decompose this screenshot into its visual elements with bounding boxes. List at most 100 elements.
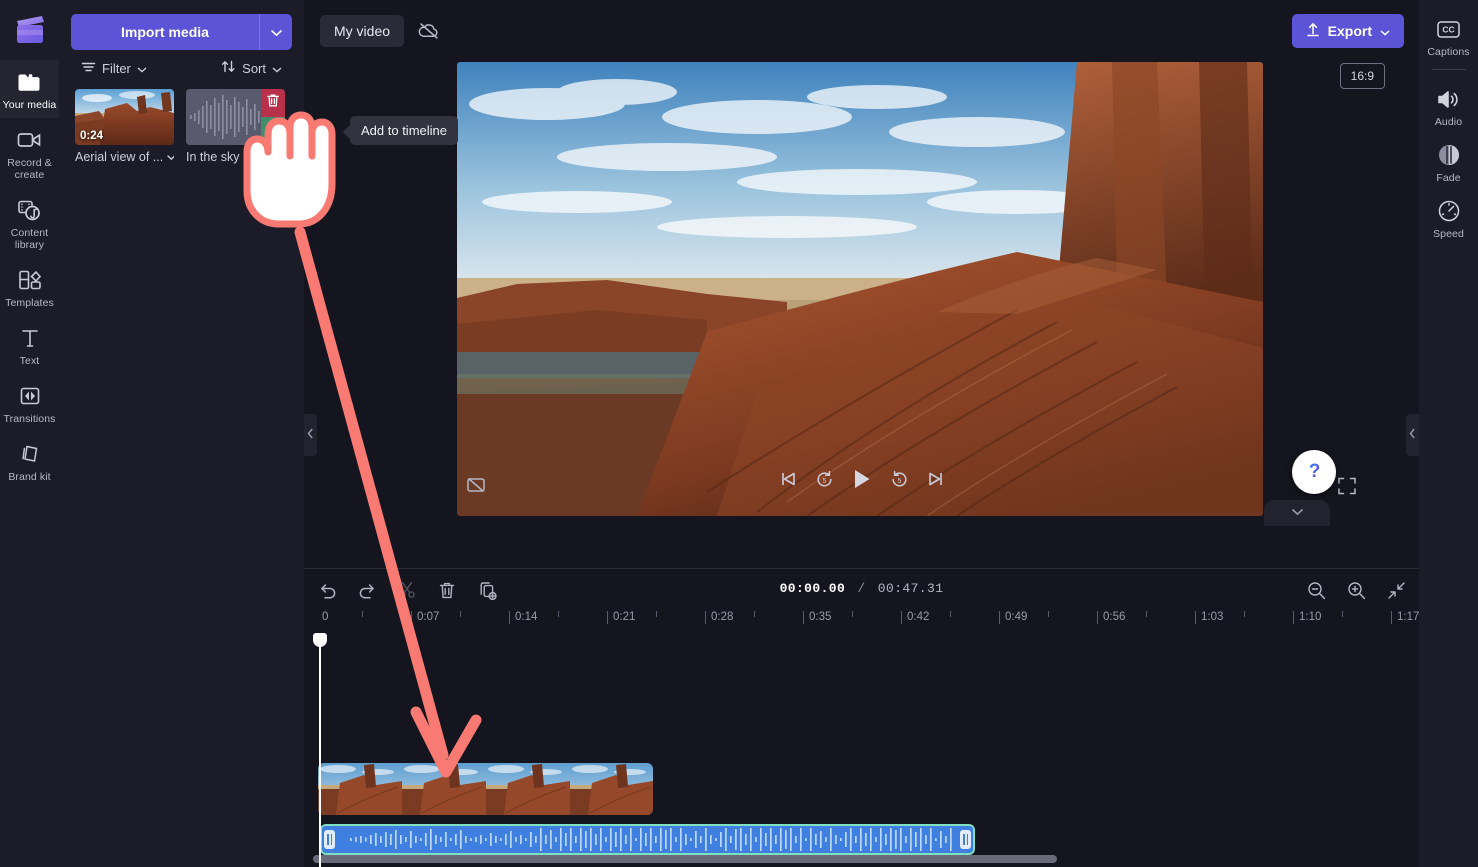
ruler-minor-tick <box>1146 611 1147 617</box>
ruler-minor-tick <box>1244 611 1245 617</box>
cloud-off-icon[interactable] <box>414 16 444 46</box>
forward-5-icon[interactable]: 5 <box>890 470 909 489</box>
svg-text:5: 5 <box>897 478 901 485</box>
playhead-handle[interactable] <box>313 633 327 647</box>
duplicate-icon[interactable] <box>474 577 500 603</box>
media-item-audio[interactable]: In the sky <box>186 89 285 164</box>
svg-text:CC: CC <box>1442 24 1454 34</box>
sidebar-item-templates[interactable]: Templates <box>0 258 59 316</box>
sort-label: Sort <box>242 60 266 76</box>
media-item-name: In the sky <box>186 150 240 164</box>
sidebar-label: Templates <box>5 297 54 309</box>
project-title[interactable]: My video <box>320 15 405 47</box>
templates-icon <box>17 267 43 293</box>
fit-screen-icon[interactable] <box>1383 577 1409 603</box>
export-button[interactable]: Export <box>1291 14 1404 48</box>
add-to-timeline-button[interactable] <box>261 117 285 145</box>
media-panel: Import media Filter Sort 0:24 Aerial vie… <box>59 0 458 867</box>
video-clip-thumbnails <box>318 763 653 815</box>
right-item-label: Captions <box>1427 46 1470 58</box>
ruler-minor-tick <box>656 611 657 617</box>
export-label: Export <box>1327 23 1372 39</box>
ruler-minor-tick <box>852 611 853 617</box>
ruler-tick: 0:21 <box>607 611 635 624</box>
timeline-tracks[interactable] <box>304 633 1419 867</box>
redo-icon[interactable] <box>354 577 380 603</box>
timeline-scrollbar-track <box>304 855 1419 865</box>
delete-media-button[interactable] <box>261 89 285 117</box>
media-thumbnail[interactable]: 0:24 <box>75 89 174 145</box>
sort-arrows-icon <box>221 60 236 76</box>
add-to-timeline-icon <box>266 121 281 141</box>
speedometer-icon <box>1436 198 1462 224</box>
trash-icon[interactable] <box>434 577 460 603</box>
filter-label: Filter <box>102 60 131 76</box>
collapse-left-panel-handle[interactable] <box>304 414 317 456</box>
media-thumbnail[interactable] <box>186 89 285 145</box>
video-preview[interactable] <box>457 62 1263 516</box>
sidebar-item-text[interactable]: Text <box>0 316 59 374</box>
undo-icon[interactable] <box>314 577 340 603</box>
ruler-minor-tick <box>950 611 951 617</box>
right-item-fade[interactable]: Fade <box>1419 134 1478 190</box>
ruler-tick: 0 <box>322 611 329 623</box>
filter-icon <box>81 61 96 76</box>
timeline-panel: 00:00.00 / 00:47.31 0 0:07 0:14 0:21 0:2… <box>304 568 1419 867</box>
aspect-ratio-button[interactable]: 16:9 <box>1339 63 1385 89</box>
import-media-button[interactable]: Import media <box>71 14 259 50</box>
fullscreen-icon[interactable] <box>1338 477 1356 495</box>
sidebar-item-record-create[interactable]: Record & create <box>0 118 59 188</box>
sidebar-item-your-media[interactable]: Your media <box>0 60 59 118</box>
ruler-minor-tick <box>558 611 559 617</box>
time-separator: / <box>857 581 866 596</box>
sidebar-item-transitions[interactable]: Transitions <box>0 374 59 432</box>
sidebar-label: Content library <box>10 227 49 251</box>
right-item-audio[interactable]: Audio <box>1419 78 1478 134</box>
zoom-out-icon[interactable] <box>1303 577 1329 603</box>
collapse-preview-button[interactable] <box>1264 500 1330 526</box>
media-grid: 0:24 Aerial view of ... In the sky <box>59 76 304 164</box>
media-hover-actions <box>261 89 285 145</box>
play-icon[interactable] <box>852 468 872 490</box>
right-item-speed[interactable]: Speed <box>1419 190 1478 246</box>
media-item-video[interactable]: 0:24 Aerial view of ... <box>75 89 174 164</box>
zoom-in-icon[interactable] <box>1343 577 1369 603</box>
sidebar-label: Text <box>19 355 40 367</box>
timeline-clip-audio[interactable] <box>320 824 975 855</box>
ruler-minor-tick <box>754 611 755 617</box>
help-button[interactable]: ? <box>1292 450 1336 494</box>
timeline-scrollbar-thumb[interactable] <box>313 855 1057 863</box>
right-item-captions[interactable]: CC Captions <box>1419 8 1478 64</box>
sidebar-label: Record & create <box>7 157 52 181</box>
ruler-tick: 0:28 <box>705 611 733 624</box>
skip-back-icon[interactable] <box>779 470 797 488</box>
chevron-down-icon <box>1291 503 1304 521</box>
chevron-down-icon <box>270 25 283 40</box>
left-navigation-rail: Your media Record & create Content libra… <box>0 0 59 867</box>
current-time: 00:00.00 <box>779 581 846 596</box>
rewind-5-icon[interactable]: 5 <box>815 470 834 489</box>
audio-clip-trim-left-handle[interactable] <box>324 830 335 849</box>
right-item-label: Audio <box>1434 116 1463 128</box>
media-item-name-row: Aerial view of ... <box>75 150 174 164</box>
audio-clip-trim-right-handle[interactable] <box>960 830 971 849</box>
ruler-tick: 0:49 <box>999 611 1027 624</box>
captions-off-icon[interactable] <box>466 476 486 494</box>
playback-controls: 5 5 <box>779 468 945 490</box>
right-properties-rail: CC Captions Audio Fade Speed <box>1419 0 1478 867</box>
sidebar-item-brand-kit[interactable]: Brand kit <box>0 432 59 490</box>
duration-badge: 0:24 <box>80 130 104 142</box>
timeline-clip-video[interactable] <box>318 763 653 815</box>
clipchamp-editor: Your media Record & create Content libra… <box>0 0 1478 867</box>
import-media-dropdown-button[interactable] <box>259 14 292 50</box>
sidebar-item-content-library[interactable]: Content library <box>0 188 59 258</box>
collapse-right-panel-handle[interactable] <box>1406 414 1419 456</box>
sort-control[interactable]: Sort <box>221 60 282 76</box>
closed-captions-icon: CC <box>1436 16 1462 42</box>
skip-forward-icon[interactable] <box>927 470 945 488</box>
scissors-icon[interactable] <box>394 577 420 603</box>
timeline-ruler[interactable]: 0 0:07 0:14 0:21 0:28 0:35 0:42 0:49 0:5… <box>304 611 1419 633</box>
video-camera-icon <box>17 127 43 153</box>
preview-area: 16:9 5 5 ? <box>304 56 1419 526</box>
filter-control[interactable]: Filter <box>81 60 147 76</box>
